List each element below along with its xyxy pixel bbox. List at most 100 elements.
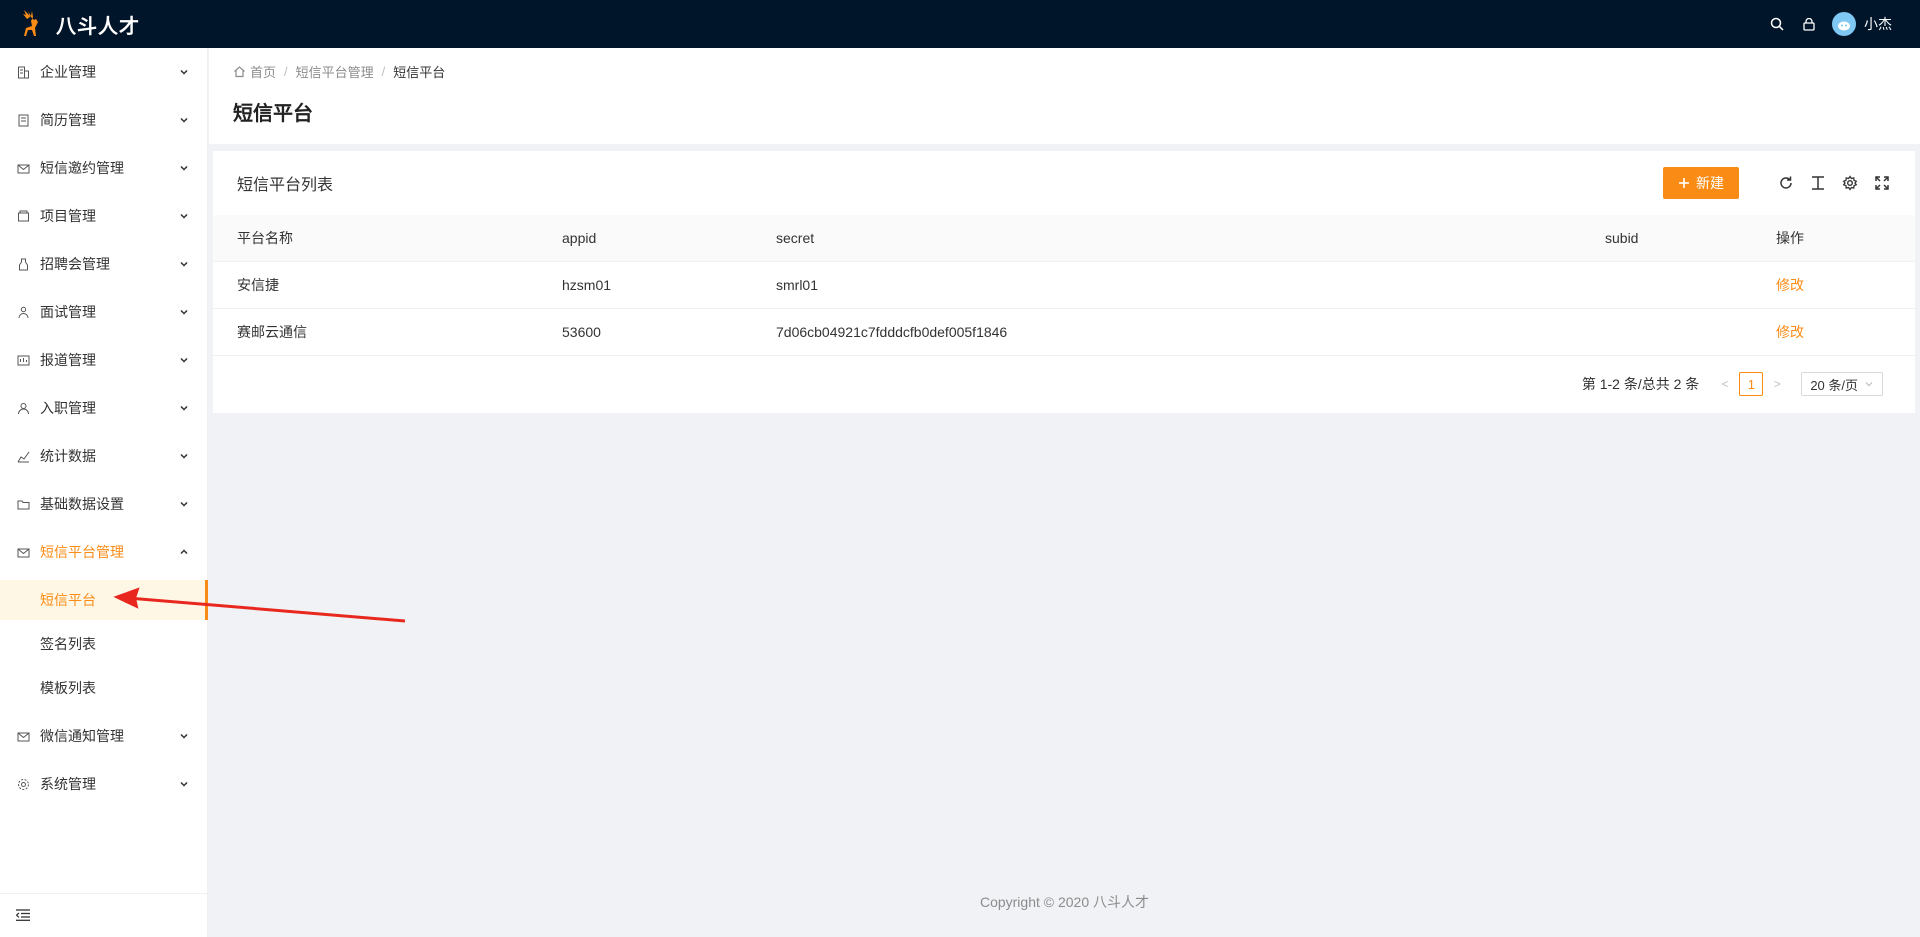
sidebar-item-label: 项目管理 <box>40 208 96 224</box>
sidebar-item-wechat[interactable]: 微信通知管理 <box>0 712 207 760</box>
sidebar-item-job-fair[interactable]: 招聘会管理 <box>0 240 207 288</box>
chevron-down-icon <box>180 213 188 219</box>
resume-icon <box>16 113 30 127</box>
chevron-down-icon <box>180 501 188 507</box>
table-row: 赛邮云通信 53600 7d06cb04921c7fdddcfb0def005f… <box>213 308 1915 356</box>
app-name: 八斗人才 <box>56 15 140 38</box>
sidebar-item-enterprise[interactable]: 企业管理 <box>0 48 207 96</box>
mail-icon <box>16 545 30 559</box>
new-button[interactable]: 新建 <box>1663 167 1739 199</box>
chevron-down-icon <box>180 309 188 315</box>
page-size-value: 20 条/页 <box>1810 377 1858 393</box>
cell-name: 安信捷 <box>213 261 538 309</box>
sidebar-item-label: 微信通知管理 <box>40 728 124 744</box>
reload-icon[interactable] <box>1777 174 1795 192</box>
project-icon <box>16 209 30 223</box>
report-icon <box>16 353 30 367</box>
sidebar-item-label: 报道管理 <box>40 352 96 368</box>
table-toolbar: 新建 <box>1663 167 1891 199</box>
logo[interactable]: 八斗人才 <box>18 8 140 41</box>
breadcrumb-home[interactable]: 首页 <box>250 62 276 81</box>
sidebar-item-label: 系统管理 <box>40 776 96 792</box>
page-number[interactable]: 1 <box>1739 372 1764 396</box>
page-title: 短信平台 <box>233 103 313 125</box>
sms-platform-table: 平台名称 appid secret subid 操作 安信捷 hzsm01 sm… <box>213 215 1915 356</box>
breadcrumb-current: 短信平台 <box>393 65 446 80</box>
sidebar-item-label: 短信平台管理 <box>40 544 124 560</box>
edit-link[interactable]: 修改 <box>1776 324 1804 340</box>
card-header: 短信平台列表 新建 <box>213 151 1915 215</box>
sidebar-subitem-template-list[interactable]: 模板列表 <box>0 668 207 708</box>
table-row: 安信捷 hzsm01 smrl01 修改 <box>213 261 1915 309</box>
pagination-total: 第 1-2 条/总共 2 条 <box>1581 376 1700 392</box>
breadcrumb-parent[interactable]: 短信平台管理 <box>296 62 374 81</box>
mail-icon <box>16 729 30 743</box>
sidebar-item-statistics[interactable]: 统计数据 <box>0 432 207 480</box>
cell-subid <box>1581 308 1752 356</box>
pagination: 第 1-2 条/总共 2 条 < 1 > 20 条/页 <box>1582 372 1883 396</box>
column-height-icon[interactable] <box>1809 174 1827 192</box>
sidebar-item-label: 短信邀约管理 <box>40 160 124 176</box>
breadcrumb-separator: / <box>381 64 386 79</box>
column-header: 平台名称 <box>213 215 538 262</box>
home-icon[interactable] <box>233 65 246 78</box>
stats-icon <box>16 449 30 463</box>
search-icon[interactable] <box>1768 15 1786 33</box>
cell-name: 赛邮云通信 <box>213 308 538 356</box>
breadcrumb: 首页 / 短信平台管理 / 短信平台 <box>233 62 1896 81</box>
cell-secret: smrl01 <box>752 261 1581 309</box>
chevron-down-icon <box>180 733 188 739</box>
table-header-row: 平台名称 appid secret subid 操作 <box>213 215 1915 262</box>
top-header: 八斗人才 小杰 <box>0 0 1920 48</box>
sidebar-item-sms-invite[interactable]: 短信邀约管理 <box>0 144 207 192</box>
sidebar: 企业管理 简历管理 短信邀约管理 项目管理 招聘会管理 面试管理 报道管理 入职… <box>0 48 208 937</box>
sidebar-item-label: 招聘会管理 <box>40 256 110 272</box>
copyright-icon: © <box>1043 894 1055 910</box>
chevron-up-icon <box>180 549 188 555</box>
setting-icon[interactable] <box>1841 174 1859 192</box>
building-icon <box>16 65 30 79</box>
prev-page-icon[interactable]: < <box>1715 377 1735 391</box>
sidebar-item-sms-platform[interactable]: 短信平台管理 <box>0 528 207 576</box>
sidebar-item-label: 统计数据 <box>40 448 96 464</box>
new-button-label: 新建 <box>1696 175 1724 191</box>
card-title: 短信平台列表 <box>237 177 334 194</box>
sidebar-item-label: 企业管理 <box>40 64 96 80</box>
sidebar-subitem-sms-platform[interactable]: 短信平台 <box>0 580 208 620</box>
column-header: appid <box>538 215 752 262</box>
lock-icon[interactable] <box>1800 15 1818 33</box>
chevron-down-icon <box>180 405 188 411</box>
sidebar-subitem-signature-list[interactable]: 签名列表 <box>0 624 207 664</box>
column-header: secret <box>752 215 1581 262</box>
chevron-down-icon <box>180 117 188 123</box>
sidebar-item-onboarding[interactable]: 入职管理 <box>0 384 207 432</box>
sidebar-item-interview[interactable]: 面试管理 <box>0 288 207 336</box>
sidebar-item-basic-data[interactable]: 基础数据设置 <box>0 480 207 528</box>
breadcrumb-separator: / <box>284 64 288 79</box>
chevron-down-icon <box>180 261 188 267</box>
cell-secret: 7d06cb04921c7fdddcfb0def005f1846 <box>752 308 1581 356</box>
users-icon <box>16 305 30 319</box>
fullscreen-icon[interactable] <box>1873 174 1891 192</box>
sidebar-item-resume[interactable]: 简历管理 <box>0 96 207 144</box>
sidebar-footer <box>0 893 207 937</box>
next-page-icon[interactable]: > <box>1767 377 1787 391</box>
menu-fold-icon[interactable] <box>15 908 30 924</box>
page-header: 首页 / 短信平台管理 / 短信平台 短信平台 <box>209 48 1920 144</box>
avatar[interactable] <box>1832 12 1856 36</box>
sidebar-item-label: 入职管理 <box>40 400 96 416</box>
sidebar-item-report[interactable]: 报道管理 <box>0 336 207 384</box>
username[interactable]: 小杰 <box>1864 14 1892 34</box>
plus-icon <box>1679 178 1689 188</box>
user-icon <box>16 401 30 415</box>
chevron-down-icon <box>180 357 188 363</box>
copyright-label: Copyright <box>979 894 1040 910</box>
cell-appid: hzsm01 <box>538 261 752 309</box>
sidebar-item-system[interactable]: 系统管理 <box>0 760 207 808</box>
gear-icon <box>16 777 30 791</box>
edit-link[interactable]: 修改 <box>1776 277 1804 293</box>
sidebar-item-label: 面试管理 <box>40 304 96 320</box>
cell-appid: 53600 <box>538 308 752 356</box>
page-size-select[interactable]: 20 条/页 <box>1801 372 1883 396</box>
sidebar-item-project[interactable]: 项目管理 <box>0 192 207 240</box>
